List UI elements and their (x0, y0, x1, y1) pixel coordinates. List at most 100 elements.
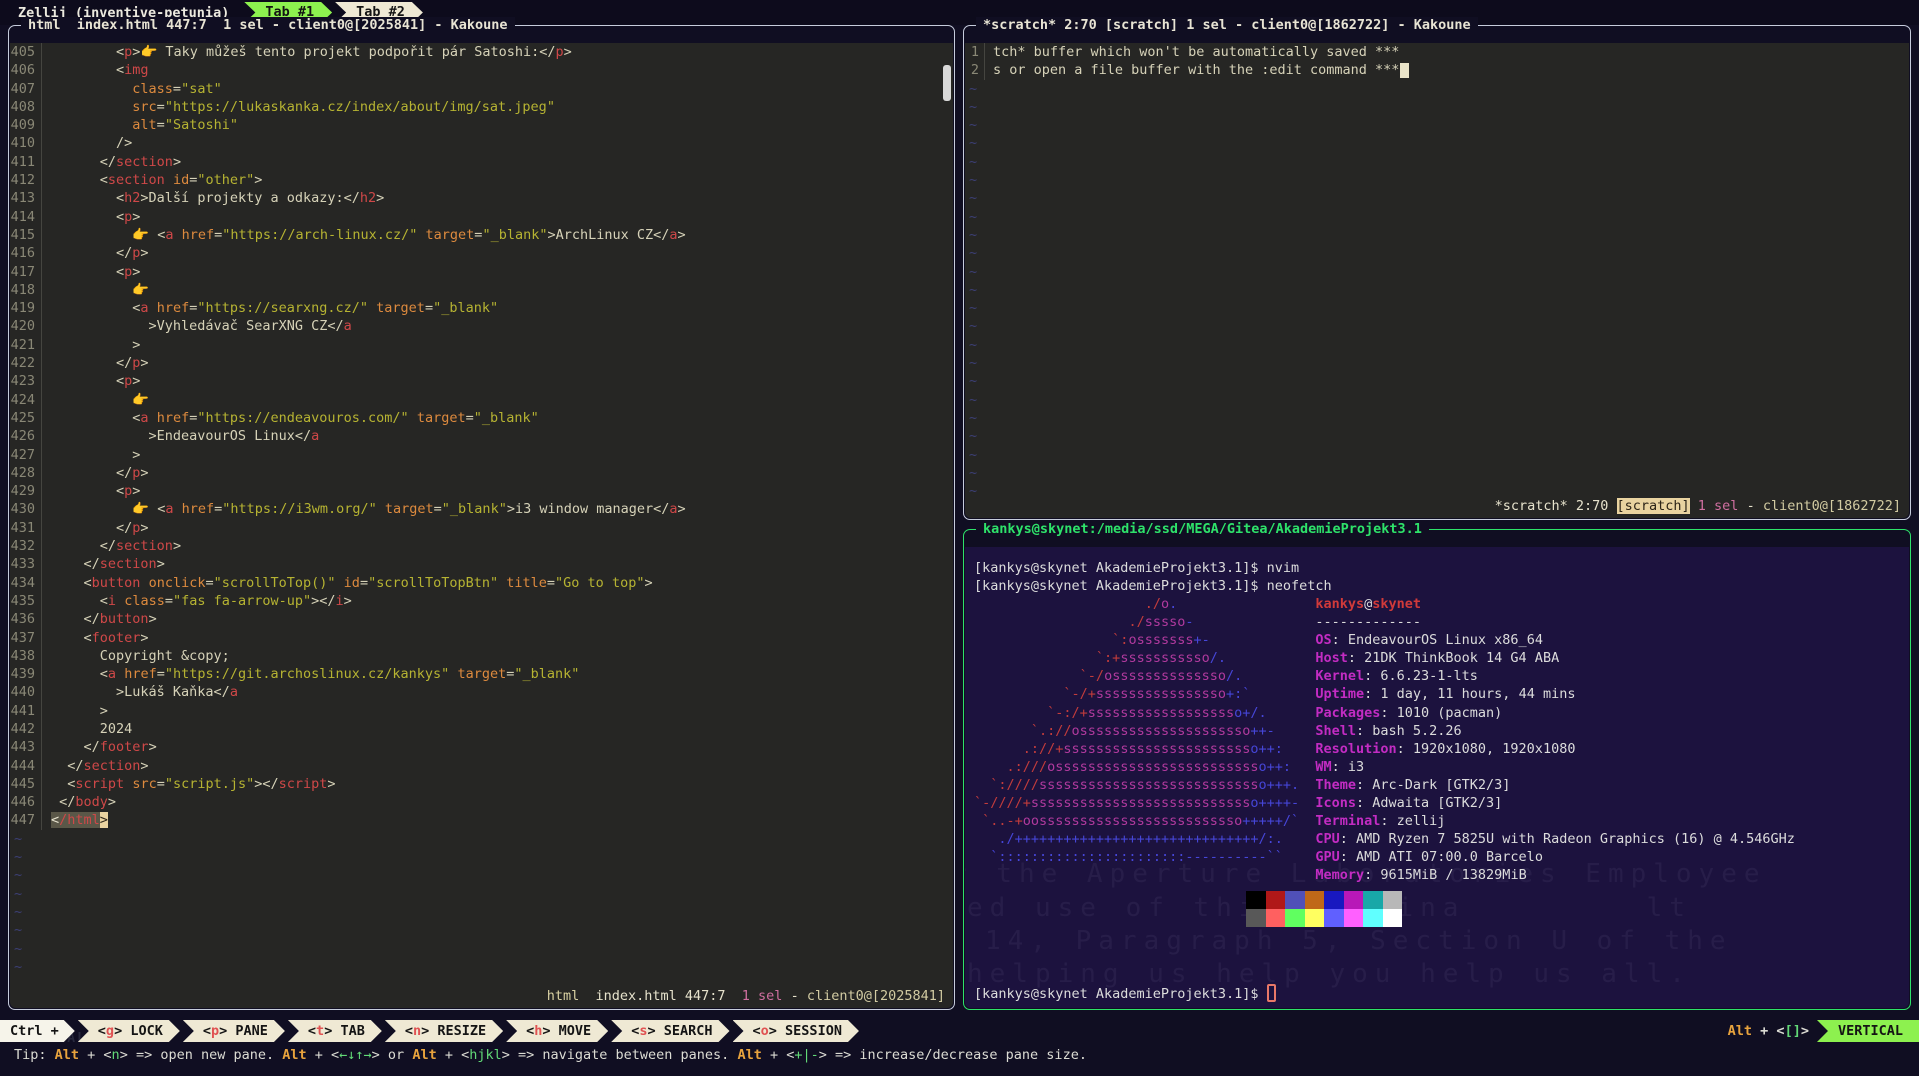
code-line: 436 </button> (10, 610, 953, 628)
scrollbar-thumb[interactable] (943, 65, 951, 101)
tip-line: Tip: Alt + <n> => open new pane. Alt + <… (14, 1046, 1087, 1064)
neofetch-row: `:+sssssssssso/.Host: 21DK ThinkBook 14 … (965, 649, 1909, 667)
scratch-statusline: *scratch* 2:70 [scratch] 1 sel - client0… (1495, 498, 1901, 514)
editor-code-area: 405 <p>👉 Taky můžeš tento projekt podpoř… (10, 43, 953, 976)
keybind-tab[interactable]: <t> TAB (288, 1020, 382, 1042)
neofetch-row: ./++++++++++++++++++++++++++++++/:.CPU: … (965, 830, 1909, 848)
terminal-row: [kankys@skynet AkademieProjekt3.1]$ nvim (965, 559, 1909, 577)
code-line: 435 <i class="fas fa-arrow-up"></i> (10, 592, 953, 610)
code-line: 430 👉 <a href="https://i3wm.org/" target… (10, 500, 953, 518)
code-line: 427 > (10, 446, 953, 464)
color-swatch (1305, 909, 1325, 927)
keybind-bar: Ctrl + <g> LOCK<p> PANE<t> TAB<n> RESIZE… (0, 1020, 1919, 1042)
scratch-content[interactable]: 1tch* buffer which won't be automaticall… (965, 43, 1909, 518)
code-line: 408 src="https://lukaskanka.cz/index/abo… (10, 98, 953, 116)
scratch-pane-title: *scratch* 2:70 [scratch] 1 sel - client0… (976, 17, 1478, 33)
code-line: 444 </section> (10, 757, 953, 775)
code-line: 417 <p> (10, 263, 953, 281)
code-line: 431 </p> (10, 519, 953, 537)
code-line: 446 </body> (10, 793, 953, 811)
color-swatch (1324, 891, 1344, 909)
color-swatch (1344, 891, 1364, 909)
keybind-segments: <g> LOCK<p> PANE<t> TAB<n> RESIZE<h> MOV… (75, 1020, 859, 1042)
editor-pane[interactable]: html index.html 447:7 1 sel - client0@[2… (8, 25, 955, 1010)
code-line: 416 </p> (10, 244, 953, 262)
color-swatch (1266, 891, 1286, 909)
zellij-screen: Zellij (inventive-petunia) Tab #1Tab #2 … (0, 0, 1919, 1076)
color-swatch (1285, 891, 1305, 909)
code-line: 422 </p> (10, 354, 953, 372)
editor-statusline: html index.html 447:7 1 sel - client0@[2… (547, 988, 945, 1004)
scratch-line: 1tch* buffer which won't be automaticall… (965, 43, 1909, 61)
keybind-move[interactable]: <h> MOVE (506, 1020, 608, 1042)
code-line: 424 👉 (10, 391, 953, 409)
neofetch-output: ./o.kankys@skynet ./sssso-------------- … (965, 595, 1909, 885)
terminal-content[interactable]: r the Aperture Laboratories Employeeed u… (965, 547, 1909, 1008)
keybind-resize[interactable]: <n> RESIZE (385, 1020, 503, 1042)
keybind-search[interactable]: <s> SEARCH (611, 1020, 729, 1042)
color-swatch (1285, 909, 1305, 927)
color-swatch (1383, 909, 1403, 927)
code-line: 425 <a href="https://endeavouros.com/" t… (10, 409, 953, 427)
code-line: 411 </section> (10, 153, 953, 171)
code-line: 420 >Vyhledávač SearXNG CZ</a (10, 317, 953, 335)
code-line: 426 >EndeavourOS Linux</a (10, 427, 953, 445)
neofetch-row: `-/+ssssssssssssssso+:`Uptime: 1 day, 11… (965, 685, 1909, 703)
code-line: 434 <button onclick="scrollToTop()" id="… (10, 574, 953, 592)
terminal-pane[interactable]: kankys@skynet:/media/ssd/MEGA/Gitea/Akad… (963, 529, 1911, 1010)
keybind-pane[interactable]: <p> PANE (183, 1020, 285, 1042)
vertical-mode-ribbon: VERTICAL (1817, 1020, 1919, 1042)
color-swatch (1246, 891, 1266, 909)
editor-content[interactable]: 405 <p>👉 Taky můžeš tento projekt podpoř… (10, 43, 953, 1008)
code-line: 415 👉 <a href="https://arch-linux.cz/" t… (10, 226, 953, 244)
neofetch-color-palette (1246, 891, 1402, 927)
code-line: 429 <p> (10, 482, 953, 500)
code-line: 412 <section id="other"> (10, 171, 953, 189)
terminal-cursor (1267, 984, 1276, 1002)
color-swatch (1305, 891, 1325, 909)
neofetch-row: `-////+ssssssssssssssssssssssssssso++++-… (965, 794, 1909, 812)
code-line: 447</html> (10, 811, 953, 829)
neofetch-row: `:osssssss+-OS: EndeavourOS Linux x86_64 (965, 631, 1909, 649)
code-line: 419 <a href="https://searxng.cz/" target… (10, 299, 953, 317)
scratch-line: 2s or open a file buffer with the :edit … (965, 61, 1909, 79)
neofetch-row: `..-+oosssssssssssssssssssssssso+++++/`T… (965, 812, 1909, 830)
code-line: 418 👉 (10, 281, 953, 299)
neofetch-row: .://+ssssssssssssssssssssssso++:Resoluti… (965, 740, 1909, 758)
neofetch-row: ./sssso-------------- (965, 613, 1909, 631)
scratch-pane[interactable]: *scratch* 2:70 [scratch] 1 sel - client0… (963, 25, 1911, 520)
scratch-buffer-area: 1tch* buffer which won't be automaticall… (965, 43, 1909, 500)
code-line: 414 <p> (10, 208, 953, 226)
code-line: 439 <a href="https://git.archoslinux.cz/… (10, 665, 953, 683)
code-line: 442 2024 (10, 720, 953, 738)
terminal-row: [kankys@skynet AkademieProjekt3.1]$ neof… (965, 577, 1909, 595)
code-line: 438 Copyright &copy; (10, 647, 953, 665)
code-line: 406 <img (10, 61, 953, 79)
color-swatch (1383, 891, 1403, 909)
neofetch-row: `:::::::::::::::::::::::----------``GPU:… (965, 848, 1909, 866)
code-line: 441 > (10, 702, 953, 720)
neofetch-row: `-/ossssssssssssso/.Kernel: 6.6.23-1-lts (965, 667, 1909, 685)
code-line: 409 alt="Satoshi" (10, 116, 953, 134)
color-swatch (1363, 909, 1383, 927)
code-line: 428 </p> (10, 464, 953, 482)
keybind-lock[interactable]: <g> LOCK (78, 1020, 180, 1042)
color-swatch (1363, 891, 1383, 909)
color-swatch (1324, 909, 1344, 927)
neofetch-row: `:////ssssssssssssssssssssssssssso+++.Th… (965, 776, 1909, 794)
terminal-history: [kankys@skynet AkademieProjekt3.1]$ nvim… (965, 559, 1909, 595)
code-line: 437 <footer> (10, 629, 953, 647)
neofetch-row: `-:/+sssssssssssssssssso+/.Packages: 101… (965, 704, 1909, 722)
neofetch-row: ./o.kankys@skynet (965, 595, 1909, 613)
keybind-session[interactable]: <o> SESSION (733, 1020, 859, 1042)
alt-brackets-hint: Alt + <[]> (1728, 1023, 1809, 1039)
code-line: 445 <script src="script.js"></script> (10, 775, 953, 793)
neofetch-row: Memory: 9615MiB / 13829MiB (965, 866, 1909, 884)
code-line: 410 /> (10, 134, 953, 152)
code-line: 443 </footer> (10, 738, 953, 756)
ctrl-prefix-ribbon: Ctrl + (0, 1020, 75, 1042)
neofetch-row: .:///ossssssssssssssssssssssssso++:WM: i… (965, 758, 1909, 776)
color-swatch (1246, 909, 1266, 927)
color-swatch (1344, 909, 1364, 927)
code-line: 433 </section> (10, 555, 953, 573)
